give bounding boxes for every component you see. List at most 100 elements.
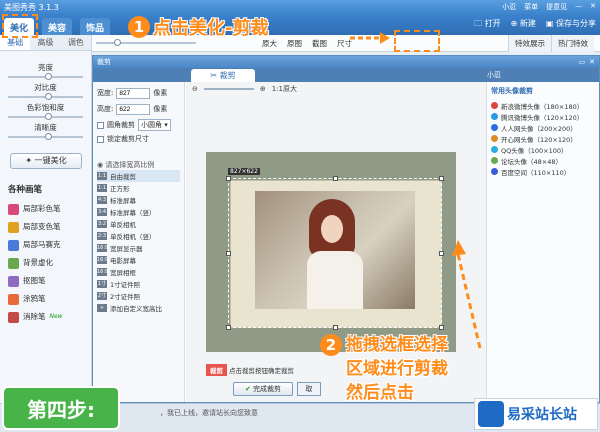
feedback-button[interactable]: 提意见	[546, 2, 567, 12]
crop-handle-tr[interactable]	[439, 176, 444, 181]
dialog-user[interactable]: 小忍	[487, 70, 501, 80]
dialog-controls: ▭ ✕	[579, 56, 596, 68]
brand-logo-icon	[478, 401, 504, 427]
step2-arrow-icon	[452, 240, 482, 349]
lock-size-checkbox[interactable]	[97, 135, 104, 143]
crop-handle-bottom[interactable]	[333, 325, 338, 330]
preset-icon	[491, 157, 498, 164]
ratio-item[interactable]: 16:9 宽屏相框	[97, 266, 180, 278]
brush-label: 背景虚化	[23, 258, 53, 267]
slider-knob[interactable]	[45, 133, 53, 140]
ratio-label: 自由裁剪	[110, 173, 136, 181]
brush-item[interactable]: 背景虚化	[8, 254, 63, 272]
subtab-color[interactable]: 调色	[61, 35, 91, 50]
open-button[interactable]: 🗀 打开	[474, 18, 501, 32]
ratio-item[interactable]: + 添加自定义宽高比	[97, 302, 180, 314]
dialog-restore-icon[interactable]: ▭	[579, 56, 586, 68]
canvas-zoom-original[interactable]: 1:1原大	[272, 84, 297, 94]
main-tab-bar: 美化 美容 饰品 🗀 打开 ⊕ 新建 ▣ 保存与分享	[0, 15, 600, 35]
ratio-item[interactable]: 1寸 1寸证件照	[97, 278, 180, 290]
ratio-item[interactable]: 4:3 标准屏幕	[97, 194, 180, 206]
slider-row: 色彩饱和度	[0, 103, 91, 123]
preset-label: 腾讯微博头像（120×120）	[501, 113, 584, 122]
plus-icon: ⊕	[510, 19, 518, 28]
brand-name: 易采站长站	[507, 407, 577, 423]
zoom-out-icon[interactable]: ⊖	[192, 85, 198, 93]
ratio-label: 标准屏幕（竖）	[110, 209, 156, 217]
ratio-item[interactable]: 2:3 单反相机（竖）	[97, 230, 180, 242]
brush-item[interactable]: 消除笔 New	[8, 308, 63, 326]
preset-item[interactable]: QQ头像（100×100）	[491, 144, 595, 155]
ratio-item[interactable]: 3:2 单反相机	[97, 218, 180, 230]
ratio-label: 添加自定义宽高比	[110, 305, 162, 313]
one-click-beautify-button[interactable]: ✦ 一键美化	[10, 153, 82, 169]
ratio-icon: 4:3	[97, 196, 107, 204]
save-share-button[interactable]: ▣ 保存与分享	[546, 18, 596, 32]
ratio-item[interactable]: 16:9 宽屏显示器	[97, 242, 180, 254]
brush-item[interactable]: 抠图笔	[8, 272, 63, 290]
dialog-close-icon[interactable]: ✕	[589, 56, 595, 68]
crop-handle-top[interactable]	[333, 176, 338, 181]
preset-label: 开心网头像（120×120）	[501, 135, 577, 144]
ratio-icon: 3:4	[97, 208, 107, 216]
crop-tool-button[interactable]: 截图	[312, 38, 327, 49]
zoom-in-icon[interactable]: ⊕	[260, 85, 266, 93]
preset-item[interactable]: 百度空间（110×110）	[491, 166, 595, 177]
dialog-tab-crop[interactable]: ✂ 裁剪	[191, 69, 255, 82]
width-unit: 像素	[153, 89, 168, 97]
finish-crop-button[interactable]: ✔ 完成裁剪	[233, 382, 293, 396]
slider-knob[interactable]	[45, 113, 53, 120]
crop-selection[interactable]	[226, 176, 444, 330]
canvas-zoom-slider[interactable]	[203, 88, 254, 90]
preset-item[interactable]: 腾讯微博头像（120×120）	[491, 111, 595, 122]
tab-hot-effects[interactable]: 热门特效	[551, 35, 594, 52]
original-button[interactable]: 原图	[287, 38, 302, 49]
brush-item[interactable]: 局部马赛克	[8, 236, 63, 254]
crop-handle-right[interactable]	[439, 251, 444, 256]
width-input[interactable]	[116, 87, 151, 99]
ratio-item[interactable]: 2寸 2寸证件照	[97, 290, 180, 302]
close-icon[interactable]: ✕	[590, 2, 596, 12]
crop-handle-tl[interactable]	[226, 176, 231, 181]
height-input[interactable]	[116, 103, 151, 115]
tab-accessories[interactable]: 饰品	[80, 18, 111, 35]
crop-handle-br[interactable]	[439, 325, 444, 330]
ratio-item[interactable]: 3:4 标准屏幕（竖）	[97, 206, 180, 218]
brush-item[interactable]: 局部变色笔	[8, 218, 63, 236]
ratio-item[interactable]: 16:9 电影屏幕	[97, 254, 180, 266]
menu-button[interactable]: 菜单	[524, 2, 538, 12]
width-label: 宽度:	[97, 89, 114, 97]
height-label: 高度:	[97, 105, 114, 113]
ratio-item[interactable]: 1:1 正方形	[97, 182, 180, 194]
round-crop-select[interactable]: 小圆角 ▾	[138, 119, 171, 131]
ratio-icon: 16:9	[97, 244, 109, 252]
crop-handle-bl[interactable]	[226, 325, 231, 330]
slider-knob[interactable]	[45, 73, 53, 80]
height-row: 高度: 像素	[97, 102, 180, 116]
user-name[interactable]: 小忍	[502, 2, 516, 12]
brush-item[interactable]: 涂鸦笔	[8, 290, 63, 308]
ratio-icon: 16:9	[97, 256, 109, 264]
effect-tabs: 特效展示 热门特效	[508, 35, 594, 52]
preset-icon	[491, 113, 498, 120]
step2-line-1: 拖拽选框选择	[346, 335, 448, 355]
new-button[interactable]: ⊕ 新建	[511, 18, 536, 32]
brush-item[interactable]: 局部彩色笔	[8, 200, 63, 218]
dialog-title-bar: 裁剪 ▭ ✕	[93, 56, 599, 68]
preset-item[interactable]: 人人网头像（200×200）	[491, 122, 595, 133]
round-crop-checkbox[interactable]	[97, 121, 104, 129]
highlight-beautify-tab	[2, 14, 38, 38]
cancel-button[interactable]: 取	[297, 382, 321, 396]
tab-beauty[interactable]: 美容	[42, 18, 73, 35]
preset-item[interactable]: 论坛头像（48×48）	[491, 155, 595, 166]
preset-item[interactable]: 开心网头像（120×120）	[491, 133, 595, 144]
brush-icon	[8, 311, 19, 323]
preset-item[interactable]: 新浪微博头像（180×180）	[491, 100, 595, 111]
slider-knob[interactable]	[45, 93, 53, 100]
preset-icon	[491, 135, 498, 142]
ratio-item[interactable]: 1:1 自由裁剪	[97, 170, 180, 182]
tab-effect-show[interactable]: 特效展示	[508, 35, 551, 52]
minimize-icon[interactable]: —	[575, 2, 582, 12]
crop-tag[interactable]: 裁剪	[206, 364, 227, 376]
crop-handle-left[interactable]	[226, 251, 231, 256]
